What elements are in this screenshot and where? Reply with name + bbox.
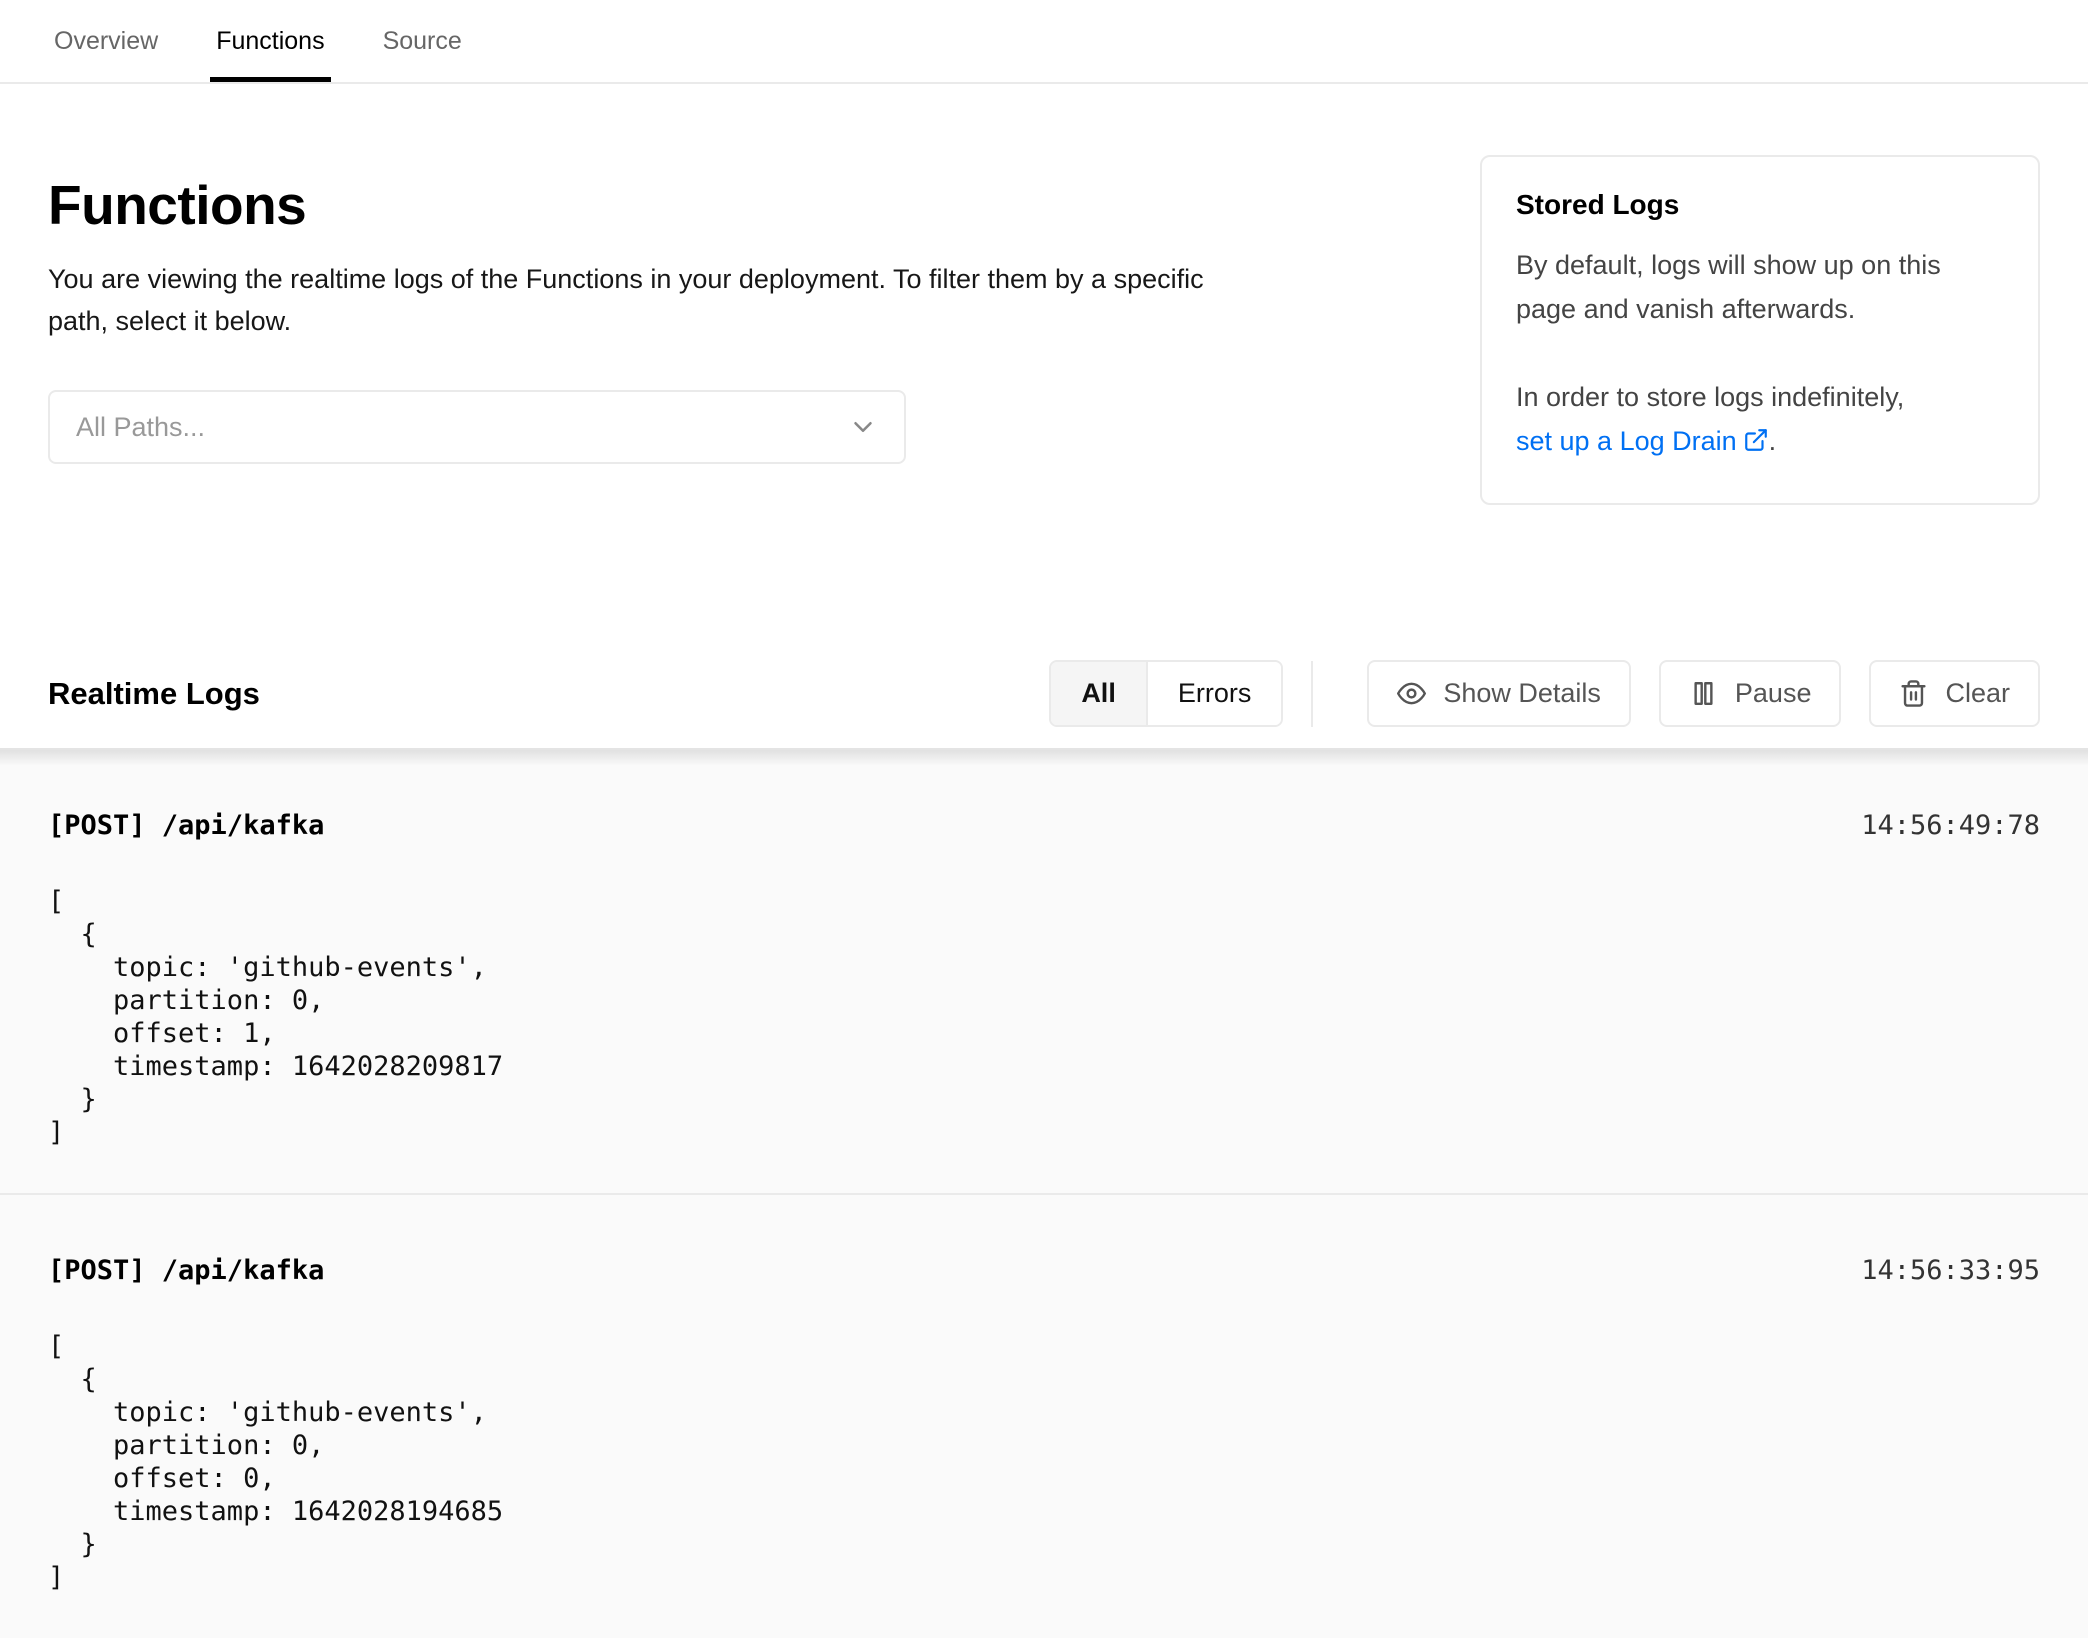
log-entry-header: [POST] /api/kafka 14:56:33:95 xyxy=(48,1255,2040,1286)
log-drain-link-label: set up a Log Drain xyxy=(1516,426,1737,456)
tab-functions[interactable]: Functions xyxy=(210,0,330,82)
chevron-down-icon xyxy=(848,412,878,442)
log-output: [ { topic: 'github-events', partition: 0… xyxy=(48,885,2040,1149)
pause-label: Pause xyxy=(1735,678,1812,709)
tab-source[interactable]: Source xyxy=(377,0,468,82)
realtime-logs-controls: All Errors Show Details Pause Clear xyxy=(1049,660,2040,727)
realtime-log-list: [POST] /api/kafka 14:56:49:78 [ { topic:… xyxy=(0,748,2088,1638)
filter-errors-button[interactable]: Errors xyxy=(1148,662,1282,725)
deployment-tabbar: Overview Functions Source xyxy=(0,0,2088,84)
stored-logs-paragraph-1: By default, logs will show up on this pa… xyxy=(1516,243,2004,331)
log-entry[interactable]: [POST] /api/kafka 14:56:33:95 [ { topic:… xyxy=(0,1195,2088,1638)
controls-divider xyxy=(1311,661,1313,727)
trash-icon xyxy=(1899,679,1928,708)
stored-logs-text-2: In order to store logs indefinitely, xyxy=(1516,382,1904,412)
log-timestamp: 14:56:49:78 xyxy=(1861,810,2040,841)
external-link-icon xyxy=(1743,427,1769,453)
log-entry-header: [POST] /api/kafka 14:56:49:78 xyxy=(48,810,2040,841)
functions-section: Functions You are viewing the realtime l… xyxy=(0,84,2088,505)
functions-intro: Functions You are viewing the realtime l… xyxy=(48,84,1218,464)
path-filter-select[interactable]: All Paths... xyxy=(48,390,906,464)
stored-logs-paragraph-2: In order to store logs indefinitely, set… xyxy=(1516,375,2004,463)
realtime-logs-title: Realtime Logs xyxy=(48,676,260,712)
log-drain-sentence-period: . xyxy=(1769,426,1777,456)
log-entry[interactable]: [POST] /api/kafka 14:56:49:78 [ { topic:… xyxy=(0,750,2088,1193)
log-timestamp: 14:56:33:95 xyxy=(1861,1255,2040,1286)
clear-button[interactable]: Clear xyxy=(1869,660,2040,727)
show-details-button[interactable]: Show Details xyxy=(1367,660,1631,727)
pause-icon xyxy=(1689,679,1718,708)
log-drain-link[interactable]: set up a Log Drain xyxy=(1516,426,1769,456)
eye-icon xyxy=(1397,679,1426,708)
pause-button[interactable]: Pause xyxy=(1659,660,1842,727)
page-title: Functions xyxy=(48,172,1218,238)
log-level-filter: All Errors xyxy=(1049,660,1283,727)
log-request-label: [POST] /api/kafka xyxy=(48,810,324,841)
log-output: [ { topic: 'github-events', partition: 0… xyxy=(48,1330,2040,1594)
tab-overview[interactable]: Overview xyxy=(48,0,164,82)
stored-logs-card: Stored Logs By default, logs will show u… xyxy=(1480,155,2040,505)
path-filter-placeholder: All Paths... xyxy=(76,412,205,443)
log-request-label: [POST] /api/kafka xyxy=(48,1255,324,1286)
realtime-logs-header: Realtime Logs All Errors Show Details Pa… xyxy=(0,505,2088,748)
page-description: You are viewing the realtime logs of the… xyxy=(48,258,1213,342)
stored-logs-title: Stored Logs xyxy=(1516,189,2004,221)
filter-all-button[interactable]: All xyxy=(1051,662,1148,725)
show-details-label: Show Details xyxy=(1443,678,1601,709)
clear-label: Clear xyxy=(1945,678,2010,709)
